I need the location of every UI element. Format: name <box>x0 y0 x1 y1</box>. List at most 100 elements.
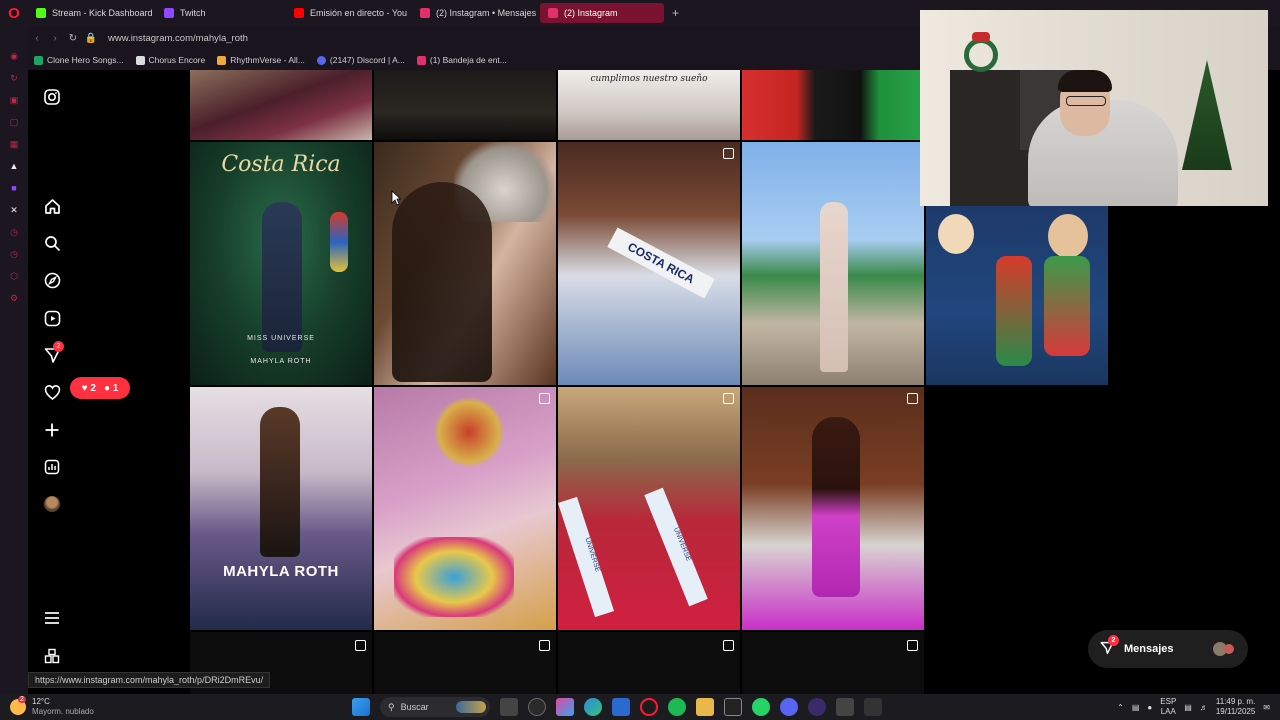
reload-icon[interactable]: ↻ <box>64 33 82 44</box>
wreath-bow <box>972 32 990 42</box>
kick-sidebar-icon[interactable]: ▲ <box>8 160 20 172</box>
grid-icon[interactable]: ▦ <box>8 138 20 150</box>
discord-icon[interactable] <box>780 698 798 716</box>
app-icon[interactable] <box>836 698 854 716</box>
opera-taskbar-icon[interactable] <box>640 698 658 716</box>
cube-icon[interactable]: ⬡ <box>8 270 20 282</box>
weather-widget[interactable]: 2 12°C Mayorm. nublado <box>0 696 170 717</box>
task-view-icon[interactable] <box>500 698 518 716</box>
post-tile[interactable] <box>926 206 1108 385</box>
create-icon[interactable] <box>42 420 62 440</box>
post-tile[interactable]: Costa Rica MISS UNIVERSE MAHYLA ROTH <box>190 142 372 385</box>
tab-kick-dashboard[interactable]: Stream - Kick Dashboard <box>28 3 154 23</box>
notification-bell-icon[interactable]: ✉ <box>1263 703 1270 712</box>
messages-button[interactable]: 2 Mensajes <box>1088 630 1248 668</box>
post-tile[interactable] <box>742 142 924 385</box>
clock[interactable]: 11:49 p. m. 19/11/2025 <box>1216 697 1255 717</box>
tab-youtube-live[interactable]: Emisión en directo - You <box>286 3 410 23</box>
screen: O Stream - Kick Dashboard Twitch Emisión… <box>0 0 1280 720</box>
new-tab-button[interactable]: + <box>666 6 685 20</box>
x-icon[interactable]: ✕ <box>8 204 20 216</box>
bookmark-chorus-encore[interactable]: Chorus Encore <box>135 55 205 65</box>
settings-icon[interactable]: ⚙ <box>8 292 20 304</box>
language-indicator[interactable]: ESP LAA <box>1160 697 1176 717</box>
post-tile[interactable]: UNIVERSE UNIVERSE <box>558 387 740 630</box>
taskbar-search[interactable]: ⚲ Buscar <box>380 697 490 717</box>
post-tile[interactable] <box>374 70 556 140</box>
wifi-icon[interactable]: ▤ <box>1184 703 1192 712</box>
search-icon[interactable] <box>42 233 62 253</box>
direct-icon[interactable]: 2 <box>42 341 64 365</box>
post-tile[interactable] <box>742 70 924 140</box>
opera-logo-icon[interactable]: O <box>0 0 28 26</box>
edge-icon[interactable] <box>584 698 602 716</box>
avatar <box>1224 644 1234 654</box>
macaw-bird <box>330 212 348 272</box>
bookmark-clone-hero[interactable]: Clone Hero Songs... <box>34 55 124 65</box>
history-icon[interactable]: ◷ <box>8 226 20 238</box>
sash-text: UNIVERSE <box>644 487 708 607</box>
headdress-shape <box>434 397 504 467</box>
copilot-icon[interactable] <box>556 698 574 716</box>
kick-icon <box>36 8 46 18</box>
reels-icon[interactable] <box>42 308 62 328</box>
clock-icon[interactable]: ◷ <box>8 248 20 260</box>
system-tray: ⌃ ▤ ● ESP LAA ▤ ♬ 11:49 p. m. 19/11/2025… <box>1117 697 1280 717</box>
app-icon[interactable] <box>864 698 882 716</box>
carousel-icon <box>723 640 734 651</box>
post-tile[interactable] <box>190 70 372 140</box>
forward-icon[interactable]: › <box>46 33 64 44</box>
tab-instagram[interactable]: (2) Instagram <box>540 3 664 23</box>
post-tile[interactable]: MAHYLA ROTH <box>190 387 372 630</box>
mic-icon[interactable]: ● <box>1147 703 1152 712</box>
file-explorer-icon[interactable] <box>696 698 714 716</box>
home-icon[interactable] <box>42 196 62 216</box>
windows-start-icon[interactable] <box>352 698 370 716</box>
notifications-icon[interactable] <box>42 382 62 402</box>
dashboard-icon[interactable] <box>42 457 62 477</box>
search-icon: ⚲ <box>388 701 395 712</box>
refresh-icon[interactable]: ↻ <box>8 72 20 84</box>
direct-icon: 2 <box>1100 634 1119 658</box>
tab-twitch[interactable]: Twitch <box>156 3 284 23</box>
activity-notification-pill[interactable]: ♥ 2 ● 1 <box>70 377 130 399</box>
direct-badge: 2 <box>53 341 64 352</box>
bookmark-rhythmverse[interactable]: RhythmVerse - All... <box>217 55 305 65</box>
youtube-icon <box>294 8 304 18</box>
post-tile[interactable]: cumplimos nuestro sueño <box>558 70 740 140</box>
profile-avatar[interactable] <box>42 494 62 514</box>
twitch-sidebar-icon[interactable]: ■ <box>8 182 20 194</box>
url-field[interactable]: www.instagram.com/mahyla_roth <box>108 33 248 44</box>
whatsapp-icon[interactable] <box>752 698 770 716</box>
threads-apps-icon[interactable] <box>42 646 62 666</box>
box-icon[interactable]: ▢ <box>8 116 20 128</box>
back-icon[interactable]: ‹ <box>28 33 46 44</box>
obs-icon[interactable] <box>528 698 546 716</box>
epic-games-icon[interactable] <box>724 698 742 716</box>
post-tile[interactable] <box>558 632 740 694</box>
person-figure <box>260 407 300 557</box>
bookmark-inbox[interactable]: (1) Bandeja de ent... <box>416 55 507 65</box>
bag-icon[interactable]: ▣ <box>8 94 20 106</box>
post-tile[interactable] <box>742 387 924 630</box>
post-tile[interactable]: COSTA RICA <box>558 142 740 385</box>
bookmark-discord[interactable]: (2147) Discord | A... <box>316 55 405 65</box>
post-tile[interactable] <box>374 632 556 694</box>
message-avatars <box>1213 642 1234 656</box>
tab-instagram-messages[interactable]: (2) Instagram • Mensajes <box>412 3 538 23</box>
menu-icon[interactable] <box>42 608 62 628</box>
instagram-logo-icon[interactable] <box>42 87 62 107</box>
post-tile[interactable] <box>374 387 556 630</box>
post-tile[interactable] <box>374 142 556 385</box>
volume-icon[interactable]: ♬ <box>1200 703 1208 712</box>
network-icon[interactable]: ▤ <box>1132 703 1140 712</box>
spotify-icon[interactable] <box>668 698 686 716</box>
post-tile[interactable] <box>742 632 924 694</box>
post-caption-text: MAHYLA ROTH <box>250 358 312 365</box>
store-icon[interactable] <box>612 698 630 716</box>
messages-label: Mensajes <box>1124 643 1174 655</box>
explore-icon[interactable] <box>42 270 62 290</box>
app-icon[interactable] <box>808 698 826 716</box>
chevron-up-icon[interactable]: ⌃ <box>1117 703 1124 712</box>
messenger-icon[interactable]: ◉ <box>8 50 20 62</box>
